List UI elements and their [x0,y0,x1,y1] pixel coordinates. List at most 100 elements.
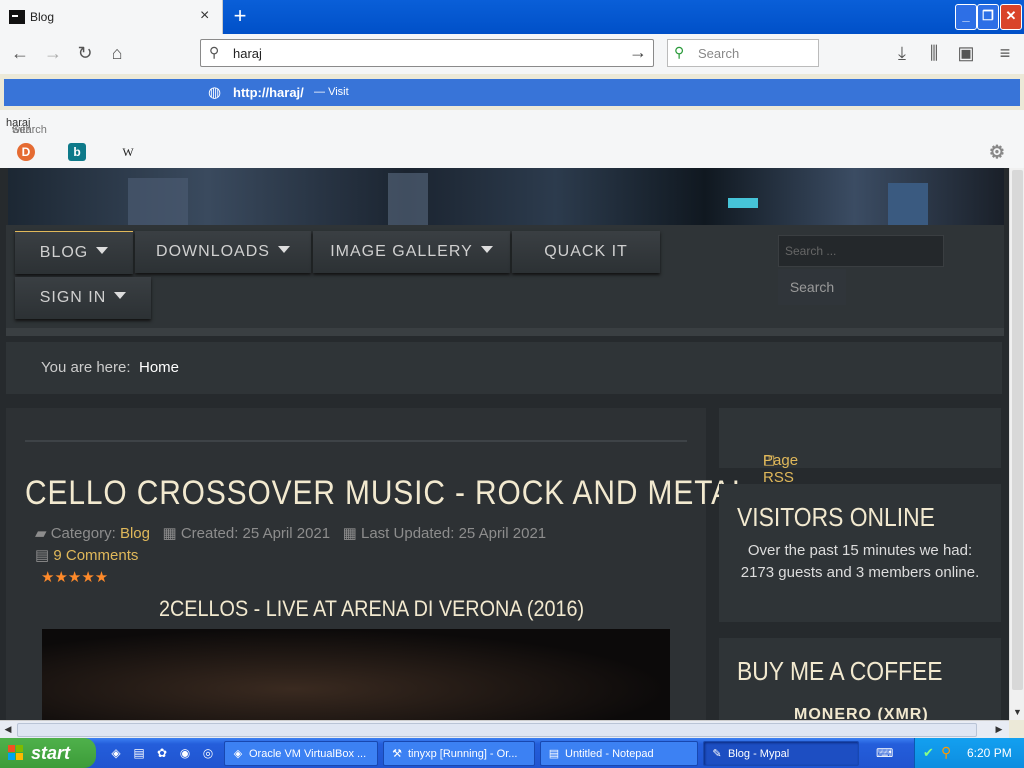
scroll-right-arrow-icon[interactable]: ▶ [991,721,1007,738]
quicklaunch-app-icon[interactable]: ✿ [154,745,170,761]
new-tab-button[interactable]: + [228,4,252,28]
chevron-down-icon [96,247,109,254]
search-icon: ⚲ [209,44,220,60]
category-link[interactable]: Blog [120,525,150,542]
forward-icon[interactable]: → [41,41,65,65]
breadcrumb-home-link[interactable]: Home [139,359,179,376]
tab-blog[interactable]: Blog × [0,0,223,34]
start-button[interactable]: start [0,738,96,768]
task-mypal-label: Blog - Mypal [728,748,790,760]
site-banner-image [8,168,1004,225]
suggestion-visit-label: Visit [328,86,349,98]
chevron-down-icon [277,246,290,253]
coffee-currency: MONERO (XMR) [794,706,929,720]
site-search-button[interactable]: Search [778,269,846,305]
windows-logo-icon [8,745,24,761]
menu-quack-it-label: QUACK IT [544,243,628,260]
updated-date: Last Updated: 25 April 2021 [361,525,547,542]
tray-search-icon[interactable]: ⚲ [941,744,951,761]
go-arrow-icon[interactable]: → [629,42,647,63]
search-for-row: Search for haraj with: [0,110,1024,148]
window-maximize-button[interactable]: ❐ [977,4,999,30]
search-bar[interactable]: ⚲ Search [667,39,819,67]
notepad-icon: ▤ [548,748,560,760]
system-tray: ✔ ⚲ 6:20 PM [914,738,1024,768]
clock: 6:20 PM [967,746,1012,760]
calendar-icon: ▦ [342,525,357,542]
downloads-icon[interactable]: ⤓ [890,41,914,65]
home-icon[interactable]: ⌂ [105,41,129,65]
menu-downloads-label: DOWNLOADS [156,243,270,260]
video-player[interactable] [42,629,670,720]
divider [25,440,687,442]
horizontal-scrollbar[interactable]: ◀ ▶ [0,720,1009,738]
suggestion-url: http://haraj/ [233,85,304,100]
menu-image-gallery-label: IMAGE GALLERY [330,243,473,260]
quicklaunch-notepad-icon[interactable]: ▤ [131,745,147,761]
article: CELLO CROSSOVER MUSIC - ROCK AND METAL ▰… [6,408,749,720]
comments-row: ▤ 9 Comments [35,546,138,564]
window-close-button[interactable]: ✕ [1000,4,1022,30]
article-meta: ▰ Category: Blog ▦ Created: 25 April 202… [35,524,546,542]
created-date: Created: 25 April 2021 [180,525,331,542]
visitors-panel: VISITORS ONLINE Over the past 15 minutes… [719,484,1001,622]
quicklaunch-network-icon[interactable]: ◎ [200,745,216,761]
task-tinyxp[interactable]: ⚒ tinyxp [Running] - Or... [383,741,535,766]
category-label: Category: [50,525,116,542]
duckduckgo-icon[interactable]: D [17,143,35,161]
virtualbox-icon: ◈ [233,748,243,760]
comments-link[interactable]: 9 Comments [53,547,138,564]
bing-icon[interactable]: b [68,143,86,161]
url-suggestion-row[interactable]: ◍ http://haraj/ — Visit [4,79,1020,106]
article-title[interactable]: CELLO CROSSOVER MUSIC - ROCK AND METAL [25,474,750,513]
task-mypal[interactable]: ✎ Blog - Mypal [703,741,859,766]
suggestion-separator: — [314,86,325,98]
scroll-left-arrow-icon[interactable]: ◀ [0,721,16,738]
horizontal-scroll-thumb[interactable] [17,723,977,737]
address-input[interactable] [231,45,615,62]
menu-sign-in[interactable]: SIGN IN [15,277,151,319]
address-bar[interactable]: ⚲ → [200,39,654,67]
vertical-scrollbar[interactable]: ▼ [1009,168,1024,720]
library-icon[interactable]: ⫼ [922,41,946,65]
menu-blog[interactable]: BLOG [15,231,133,274]
rss-panel: ◰ Page RSS 2.0 Feed [719,408,1001,520]
menu-blog-label: BLOG [39,244,89,261]
menu-icon[interactable]: ≡ [993,41,1017,65]
menu-sign-in-label: SIGN IN [39,289,107,306]
rating-stars[interactable]: ★★★★★ [41,568,108,586]
chevron-down-icon [480,246,493,253]
task-tinyxp-label: tinyxp [Running] - Or... [408,748,518,760]
quicklaunch-virtualbox-icon[interactable]: ◈ [108,745,124,761]
menu-downloads[interactable]: DOWNLOADS [135,231,311,273]
scroll-down-arrow-icon[interactable]: ▼ [1010,705,1024,720]
folder-icon: ▰ [35,525,47,542]
breadcrumb-prefix: You are here: [41,359,131,376]
menu-quack-it[interactable]: QUACK IT [512,231,660,273]
back-icon[interactable]: ← [8,41,32,65]
start-label: start [31,743,71,763]
suggestion-action: — Visit [314,86,349,98]
web-page: BLOG DOWNLOADS IMAGE GALLERY QUACK IT SI… [0,168,1009,720]
search-placeholder: Search [698,46,740,61]
tab-close-icon[interactable]: × [200,8,209,24]
vertical-scroll-thumb[interactable] [1012,170,1023,690]
comment-icon: ▤ [35,547,50,564]
menu-image-gallery[interactable]: IMAGE GALLERY [313,231,510,273]
calendar-icon: ▦ [162,525,177,542]
quicklaunch-browser-icon[interactable]: ◉ [177,745,193,761]
reload-icon[interactable]: ↻ [73,41,97,65]
search-settings-gear-icon[interactable]: ⚙ [988,143,1006,161]
task-notepad[interactable]: ▤ Untitled - Notepad [540,741,698,766]
chevron-down-icon [114,292,127,299]
tray-network-icon[interactable]: ✔ [923,745,934,761]
wikipedia-icon[interactable]: W [119,143,137,161]
keyboard-icon[interactable]: ⌨ [876,745,893,761]
window-minimize-button[interactable]: _ [955,4,977,30]
task-virtualbox[interactable]: ◈ Oracle VM VirtualBox ... [224,741,378,766]
search-for-label: Search for haraj with: [6,117,47,148]
coffee-title: BUY ME A COFFEE [737,656,943,686]
task-notepad-label: Untitled - Notepad [565,748,654,760]
sidebar-icon[interactable]: ▣ [954,41,978,65]
site-search-input[interactable]: Search ... [778,235,944,267]
